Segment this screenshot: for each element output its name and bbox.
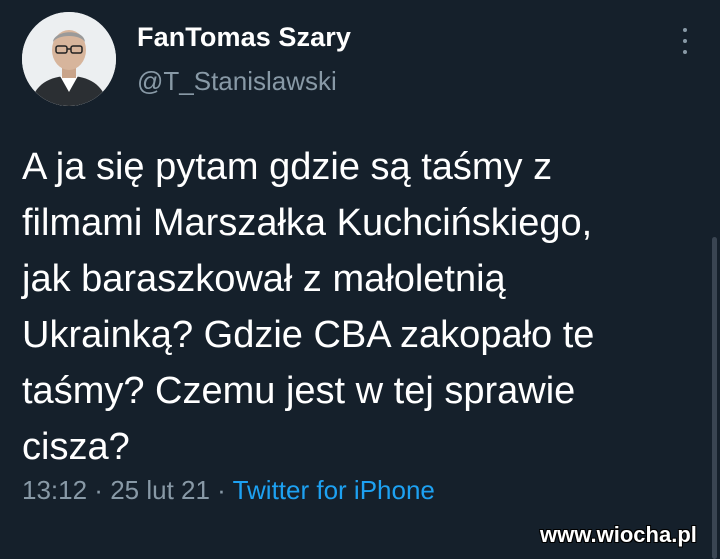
tweet-text: A ja się pytam gdzie są taśmy z filmami … [22, 139, 702, 475]
author-avatar[interactable] [22, 12, 116, 106]
scrollbar[interactable] [712, 237, 717, 559]
menu-dot [683, 50, 687, 54]
tweet-text-line: filmami Marszałka Kuchcińskiego, [22, 202, 593, 244]
tweet-text-line: cisza? [22, 426, 130, 468]
site-watermark: www.wiocha.pl [540, 522, 697, 547]
tweet-text-line: Ukrainką? Gdzie CBA zakopało te [22, 314, 595, 356]
more-vertical-icon[interactable] [678, 26, 692, 56]
tweet-time[interactable]: 13:12 [22, 475, 87, 505]
author-handle[interactable]: @T_Stanislawski [137, 66, 337, 97]
tweet-card: FanTomas Szary @T_Stanislawski A ja się … [0, 0, 720, 559]
author-display-name[interactable]: FanTomas Szary [137, 22, 351, 53]
tweet-text-line: jak baraszkował z małoletnią [22, 258, 506, 300]
tweet-date[interactable]: 25 lut 21 [110, 475, 210, 505]
menu-dot [683, 39, 687, 43]
tweet-meta: 13:12 · 25 lut 21 · Twitter for iPhone [22, 475, 435, 506]
tweet-text-line: A ja się pytam gdzie są taśmy z [22, 146, 553, 188]
meta-separator: · [209, 475, 233, 505]
tweet-text-line: taśmy? Czemu jest w tej sprawie [22, 370, 576, 412]
menu-dot [683, 28, 687, 32]
meta-separator: · [87, 475, 111, 505]
tweet-source-link[interactable]: Twitter for iPhone [233, 475, 435, 505]
avatar-photo-icon [22, 12, 116, 106]
